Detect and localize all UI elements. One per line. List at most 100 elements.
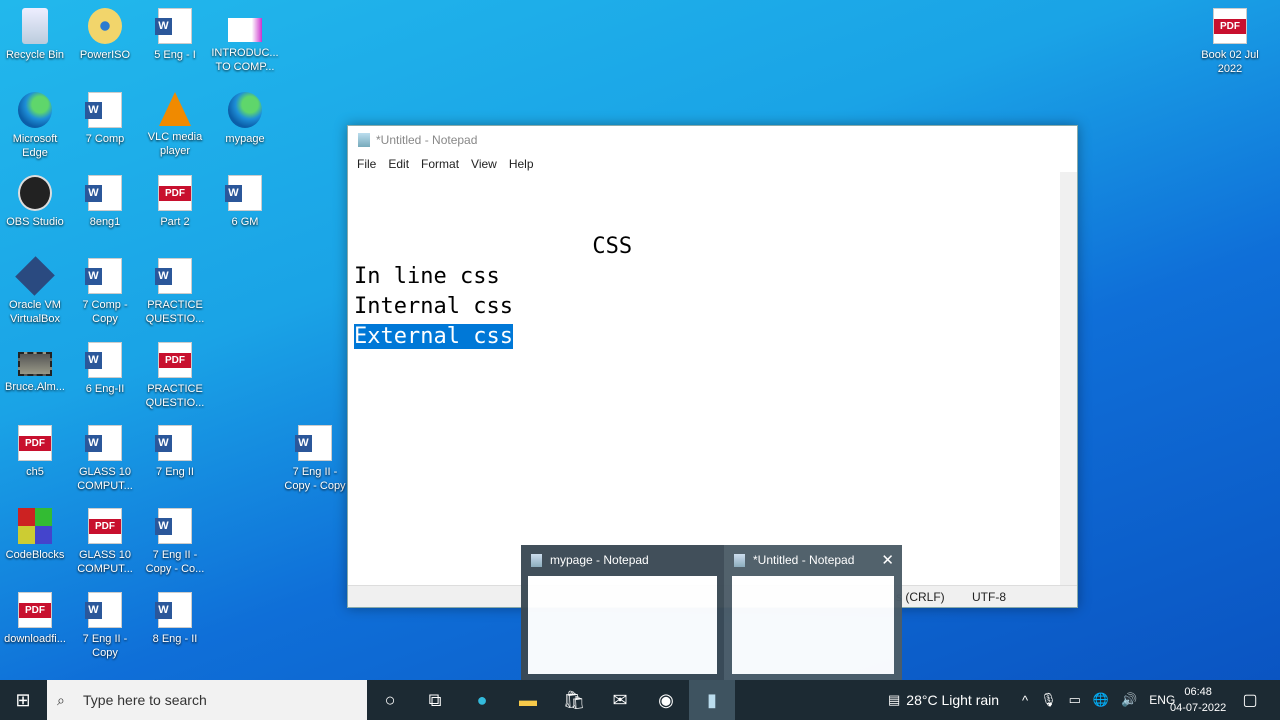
desktop-icon-label: Part 2: [160, 216, 190, 228]
desktop-icon[interactable]: VLC media player: [140, 92, 210, 158]
battery-icon[interactable]: ▭: [1069, 692, 1081, 708]
desktop-icon[interactable]: 5 Eng - I: [140, 8, 210, 62]
desktop-icon[interactable]: 6 GM: [210, 175, 280, 229]
notepad-icon: [531, 553, 542, 567]
desktop-icon-label: GLASS 10 COMPUT...: [77, 466, 133, 492]
word-icon: [155, 508, 192, 544]
mail-icon: ✉: [612, 689, 628, 710]
chevron-up-icon[interactable]: ^: [1022, 693, 1028, 708]
desktop-icon[interactable]: 7 Comp: [70, 92, 140, 146]
news-icon: ▤: [888, 692, 901, 707]
close-icon[interactable]: ✕: [881, 551, 894, 569]
desktop-icon-label: 7 Eng II - Copy - Co...: [145, 549, 205, 575]
pdf-icon: [88, 508, 122, 544]
circle-icon: ○: [384, 689, 396, 710]
desktop-icon[interactable]: PRACTICE QUESTIO...: [140, 258, 210, 326]
store-button[interactable]: 🛍: [551, 680, 597, 720]
date: 04-07-2022: [1170, 702, 1227, 714]
desktop-icon[interactable]: INTRODUC... TO COMP...: [210, 8, 280, 74]
preview-mypage[interactable]: mypage - Notepad: [521, 545, 724, 682]
desktop-icon[interactable]: OBS Studio: [0, 175, 70, 229]
desktop-icon[interactable]: 7 Eng II: [140, 425, 210, 479]
cortana-button[interactable]: ○: [367, 680, 413, 720]
desktop-icon[interactable]: ch5: [0, 425, 70, 479]
title-bar[interactable]: *Untitled - Notepad: [348, 126, 1077, 154]
desktop-icon-label: GLASS 10 COMPUT...: [77, 549, 133, 575]
task-view-button[interactable]: ⧉: [412, 680, 458, 720]
menu-help[interactable]: Help: [503, 157, 540, 171]
word-icon: [85, 342, 122, 378]
desktop-icon[interactable]: 7 Eng II - Copy - Copy: [280, 425, 350, 493]
desktop-icon[interactable]: 7 Eng II - Copy: [70, 592, 140, 660]
word-icon: [85, 258, 122, 294]
desktop-icon-label: PRACTICE QUESTIO...: [145, 383, 205, 409]
notepad-taskbar-button[interactable]: ▮: [689, 680, 735, 720]
desktop-icon[interactable]: Part 2: [140, 175, 210, 229]
menu-view[interactable]: View: [465, 157, 503, 171]
desktop-icon[interactable]: 6 Eng-II: [70, 342, 140, 396]
menu-format[interactable]: Format: [415, 157, 465, 171]
task-view-icon: ⧉: [428, 689, 442, 710]
obs-icon: ◉: [658, 689, 674, 710]
edge-button[interactable]: ●: [459, 680, 505, 720]
desktop-icon[interactable]: GLASS 10 COMPUT...: [70, 425, 140, 493]
start-button[interactable]: ⊞: [0, 680, 46, 720]
obs-button[interactable]: ◉: [643, 680, 689, 720]
desktop-icon[interactable]: Microsoft Edge: [0, 92, 70, 160]
vlc-icon: [159, 92, 191, 126]
desktop-icon-label: 8 Eng - II: [152, 633, 198, 645]
edge-icon: [18, 92, 52, 128]
word-icon: [225, 175, 262, 211]
network-icon[interactable]: 🌐: [1093, 692, 1109, 708]
desktop-icon[interactable]: downloadfi...: [0, 592, 70, 646]
preview-untitled[interactable]: *Untitled - Notepad ✕: [724, 545, 902, 682]
desktop-icon[interactable]: Book 02 Jul 2022: [1195, 8, 1265, 76]
search-box[interactable]: ⌕ Type here to search: [47, 680, 367, 720]
desktop-icon[interactable]: Recycle Bin: [0, 8, 70, 62]
desktop-icon[interactable]: PowerISO: [70, 8, 140, 62]
text-line: In line css: [354, 264, 500, 289]
desktop-icon[interactable]: CodeBlocks: [0, 508, 70, 562]
desktop-icon-label: OBS Studio: [6, 216, 64, 228]
text-editor[interactable]: CSS In line css Internal css External css: [354, 232, 632, 352]
word-icon: [85, 592, 122, 628]
microphone-icon[interactable]: 🎙: [1040, 692, 1057, 708]
desktop-icon[interactable]: PRACTICE QUESTIO...: [140, 342, 210, 410]
desktop-icon[interactable]: 7 Comp - Copy: [70, 258, 140, 326]
desktop-icon[interactable]: Oracle VM VirtualBox: [0, 256, 70, 326]
edge-icon: ●: [476, 689, 488, 710]
pdf-icon: [158, 175, 192, 211]
notepad-icon: [734, 553, 745, 567]
weather-widget[interactable]: ▤ 28°C Light rain: [888, 680, 999, 720]
word-icon: [85, 92, 122, 128]
desktop-icon-label: PowerISO: [79, 49, 131, 61]
taskbar: ⊞ ⌕ Type here to search ○ ⧉ ● ▬ 🛍 ✉ ◉ ▮ ▤…: [0, 680, 1280, 720]
notifications-button[interactable]: ▢: [1227, 680, 1273, 720]
obs-icon: [18, 175, 52, 211]
preview-thumbnail: [528, 576, 717, 674]
pdf-icon: [1213, 8, 1247, 44]
desktop-icon[interactable]: 7 Eng II - Copy - Co...: [140, 508, 210, 576]
taskbar-preview: mypage - Notepad *Untitled - Notepad ✕: [521, 545, 902, 682]
desktop-icon[interactable]: GLASS 10 COMPUT...: [70, 508, 140, 576]
vertical-scrollbar[interactable]: [1060, 172, 1077, 585]
volume-icon[interactable]: 🔊: [1121, 692, 1137, 708]
menu-file[interactable]: File: [351, 157, 382, 171]
desktop-icon[interactable]: 8 Eng - II: [140, 592, 210, 646]
desktop-icon[interactable]: 8eng1: [70, 175, 140, 229]
clock[interactable]: 06:48 04-07-2022: [1170, 680, 1226, 720]
search-placeholder: Type here to search: [83, 692, 207, 708]
desktop-icon-label: Bruce.Alm...: [5, 381, 65, 393]
edge-icon: [228, 92, 262, 128]
desktop-icon-label: 5 Eng - I: [154, 49, 196, 61]
notepad-window[interactable]: *Untitled - Notepad File Edit Format Vie…: [347, 125, 1078, 608]
desktop-icon[interactable]: mypage: [210, 92, 280, 146]
desktop-icon[interactable]: Bruce.Alm...: [0, 342, 70, 394]
desktop-icon-label: downloadfi...: [4, 633, 66, 645]
mail-button[interactable]: ✉: [597, 680, 643, 720]
menu-edit[interactable]: Edit: [382, 157, 415, 171]
explorer-button[interactable]: ▬: [505, 680, 551, 720]
word-icon: [155, 8, 192, 44]
desktop-icon-label: Recycle Bin: [5, 49, 65, 61]
window-title: *Untitled - Notepad: [376, 133, 478, 147]
